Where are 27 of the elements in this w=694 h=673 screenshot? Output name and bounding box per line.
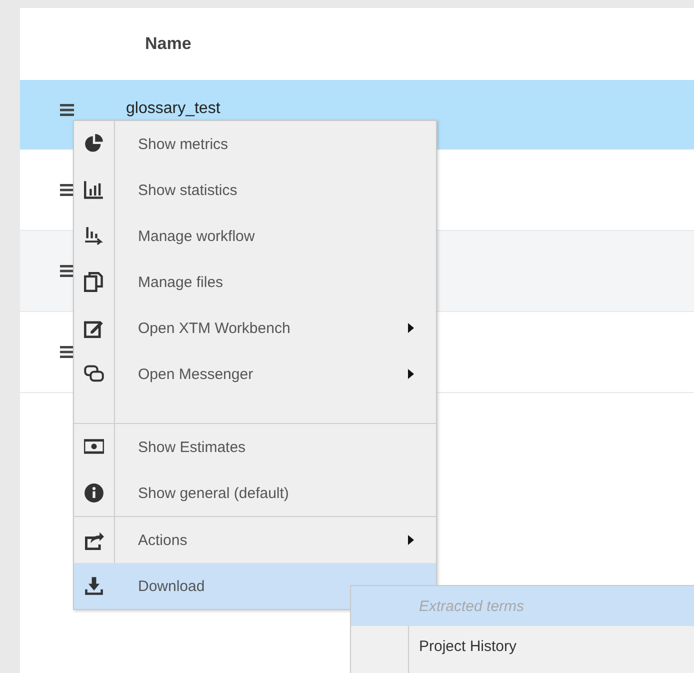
files-icon [84, 272, 104, 292]
pie-icon [84, 134, 104, 154]
menu-item[interactable]: Open XTM Workbench [74, 305, 436, 351]
menu-icon[interactable] [60, 184, 74, 196]
info-icon [84, 483, 104, 503]
column-header: Name [145, 34, 192, 54]
menu-item[interactable]: Show general (default) [74, 470, 436, 516]
menu-icon[interactable] [60, 104, 74, 116]
menu-icon[interactable] [60, 346, 74, 358]
flow-icon [84, 226, 104, 246]
menu-item[interactable]: Manage workflow [74, 213, 436, 259]
bars-icon [84, 180, 104, 200]
edit-icon [84, 318, 104, 338]
menu-icon[interactable] [60, 265, 74, 277]
download-icon [84, 576, 104, 596]
submenu-arrow-icon [408, 323, 414, 333]
submenu-arrow-icon [408, 535, 414, 545]
menu-item[interactable]: Actions [74, 517, 436, 563]
submenu-arrow-icon [408, 369, 414, 379]
chat-icon [84, 364, 104, 384]
menu-item[interactable]: Project History [351, 626, 694, 666]
menu-item[interactable]: Open Messenger [74, 351, 436, 397]
menu-item[interactable]: Show statistics [74, 167, 436, 213]
table-cell: glossary_test [126, 100, 220, 118]
menu-item[interactable]: Manage files [74, 259, 436, 305]
menu-item[interactable]: Show Estimates [74, 424, 436, 470]
share-icon [84, 530, 104, 550]
